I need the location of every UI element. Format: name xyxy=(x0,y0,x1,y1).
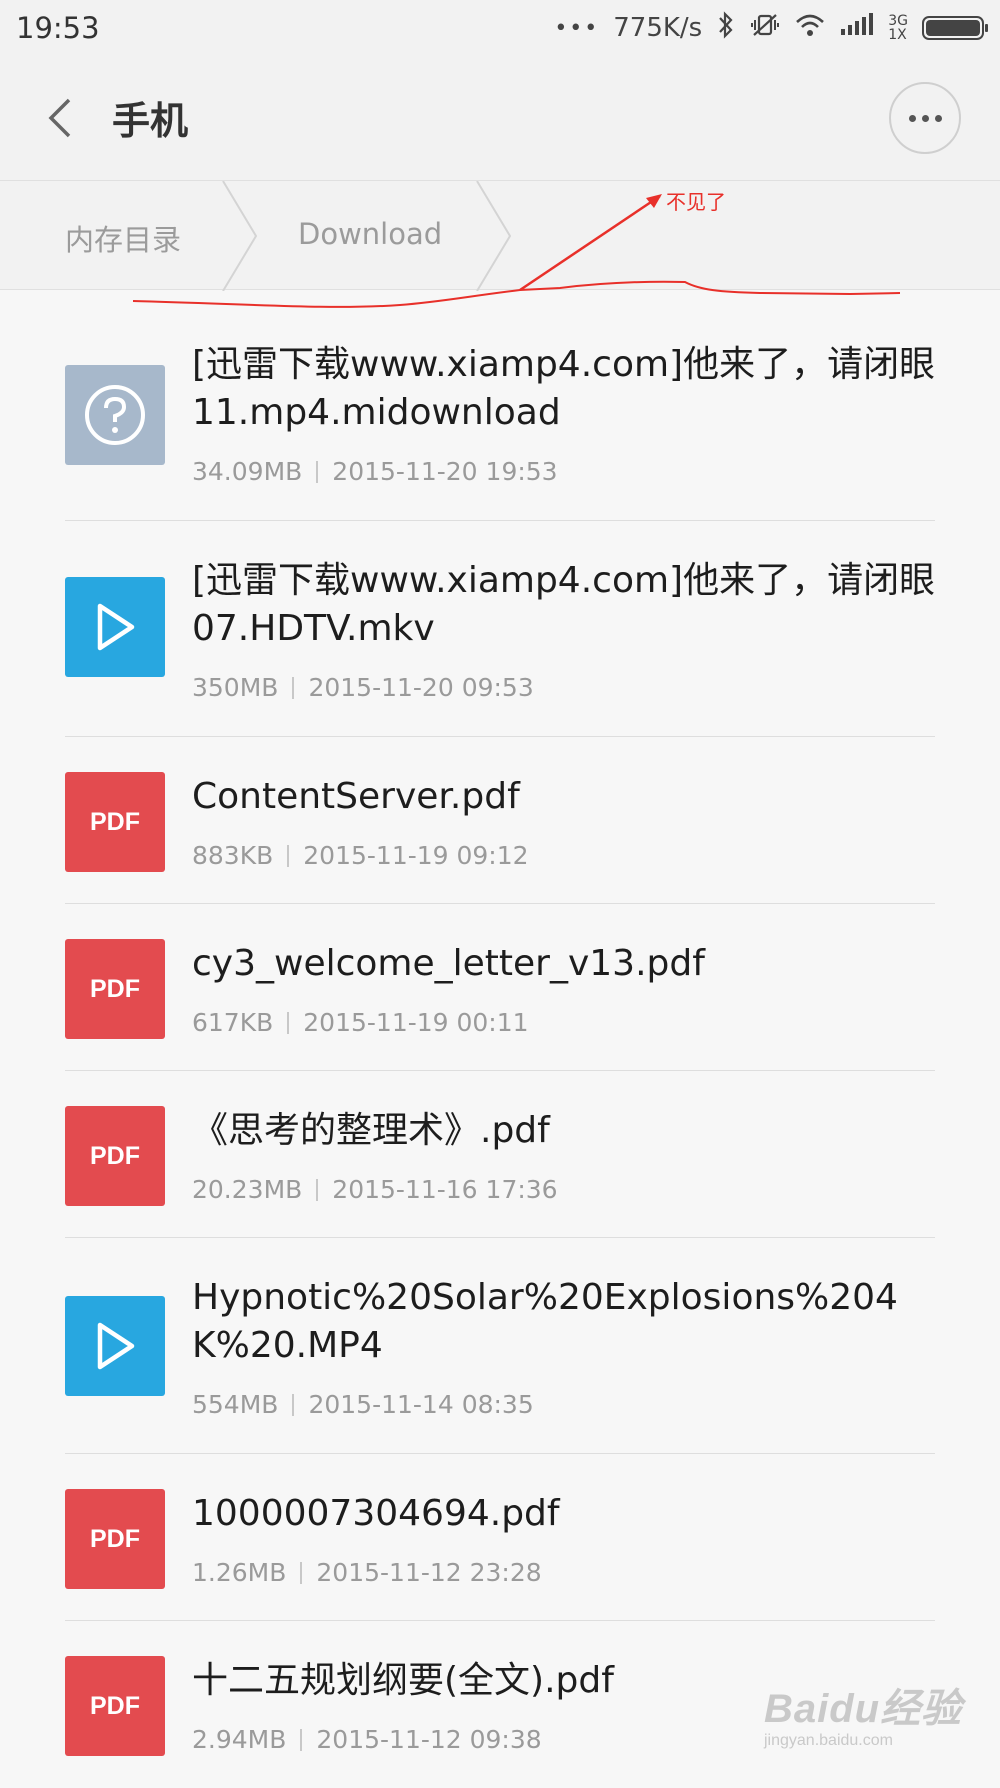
file-meta: 617KB 2015-11-19 00:11 xyxy=(192,1008,529,1037)
list-item[interactable]: PDF ContentServer.pdf 883KB 2015-11-19 09… xyxy=(65,737,935,904)
file-date: 2015-11-12 09:38 xyxy=(316,1725,542,1754)
file-name: [迅雷下载www.xiamp4.com]他来了，请闭眼07.HDTV.mkv xyxy=(192,560,936,649)
file-size: 20.23MB xyxy=(192,1175,303,1204)
app-header: 手机 xyxy=(0,56,1000,180)
file-meta: 1.26MB 2015-11-12 23:28 xyxy=(192,1558,542,1587)
list-item[interactable]: [迅雷下载www.xiamp4.com]他来了，请闭眼11.mp4.midown… xyxy=(65,305,935,521)
file-meta: 34.09MB 2015-11-20 19:53 xyxy=(192,457,558,486)
mute-vibrate-icon xyxy=(750,11,780,46)
file-meta: 883KB 2015-11-19 09:12 xyxy=(192,841,529,870)
notification-dots-icon: ••• xyxy=(554,15,600,41)
network-type: 3G 1X xyxy=(888,13,908,43)
more-dots-icon xyxy=(908,114,916,122)
pdf-icon: PDF xyxy=(65,772,165,872)
list-item[interactable]: PDF 《思考的整理术》.pdf 20.23MB 2015-11-16 17:36 xyxy=(65,1071,935,1238)
file-name: ContentServer.pdf xyxy=(192,776,520,817)
breadcrumb: 内存目录 Download xyxy=(0,180,1000,291)
file-size: 883KB xyxy=(192,841,274,870)
file-list: [迅雷下载www.xiamp4.com]他来了，请闭眼11.mp4.midown… xyxy=(0,305,1000,1788)
file-meta: 554MB 2015-11-14 08:35 xyxy=(192,1390,534,1419)
file-date: 2015-11-16 17:36 xyxy=(332,1175,558,1204)
breadcrumb-item-root[interactable]: 内存目录 xyxy=(65,217,181,259)
status-bar: 19:53 ••• 775K/s 3G 1X xyxy=(0,0,1000,56)
watermark-url: jingyan.baidu.com xyxy=(764,1732,893,1749)
video-play-icon xyxy=(65,577,165,677)
status-time: 19:53 xyxy=(16,11,100,45)
signal-icon xyxy=(840,12,874,44)
file-meta: 20.23MB 2015-11-16 17:36 xyxy=(192,1175,558,1204)
pdf-icon: PDF xyxy=(65,1656,165,1756)
file-size: 2.94MB xyxy=(192,1725,287,1754)
list-item[interactable]: PDF 1000007304694.pdf 1.26MB 2015-11-12 2… xyxy=(65,1454,935,1621)
question-file-icon xyxy=(65,365,165,465)
status-icons: ••• 775K/s 3G 1X xyxy=(554,10,988,46)
pdf-icon: PDF xyxy=(65,939,165,1039)
breadcrumb-item-download[interactable]: Download xyxy=(298,217,442,251)
video-play-icon xyxy=(65,1296,165,1396)
list-item[interactable]: Hypnotic%20Solar%20Explosions%204K%20.MP… xyxy=(65,1238,935,1454)
file-name: Hypnotic%20Solar%20Explosions%204K%20.MP… xyxy=(192,1277,898,1366)
page-title: 手机 xyxy=(112,99,189,143)
chevron-left-icon[interactable] xyxy=(40,88,80,148)
file-meta: 350MB 2015-11-20 09:53 xyxy=(192,673,534,702)
file-date: 2015-11-19 09:12 xyxy=(303,841,529,870)
file-name: [迅雷下载www.xiamp4.com]他来了，请闭眼11.mp4.midown… xyxy=(192,344,936,433)
list-item[interactable]: PDF cy3_welcome_letter_v13.pdf 617KB 2015… xyxy=(65,904,935,1071)
file-name: 《思考的整理术》.pdf xyxy=(192,1110,550,1151)
file-date: 2015-11-19 00:11 xyxy=(303,1008,529,1037)
file-size: 617KB xyxy=(192,1008,274,1037)
file-size: 1.26MB xyxy=(192,1558,287,1587)
network-speed: 775K/s xyxy=(613,13,703,43)
watermark-logo: Baidu经验 xyxy=(764,1687,963,1731)
file-date: 2015-11-20 09:53 xyxy=(308,673,534,702)
list-item[interactable]: [迅雷下载www.xiamp4.com]他来了，请闭眼07.HDTV.mkv 3… xyxy=(65,521,935,737)
file-name: 1000007304694.pdf xyxy=(192,1493,560,1534)
file-size: 554MB xyxy=(192,1390,279,1419)
file-size: 34.09MB xyxy=(192,457,303,486)
file-name: cy3_welcome_letter_v13.pdf xyxy=(192,943,705,984)
file-size: 350MB xyxy=(192,673,279,702)
breadcrumb-separator-icon xyxy=(222,181,258,291)
file-date: 2015-11-12 23:28 xyxy=(316,1558,542,1587)
file-date: 2015-11-20 19:53 xyxy=(332,457,558,486)
file-date: 2015-11-14 08:35 xyxy=(308,1390,534,1419)
battery-icon xyxy=(922,16,988,40)
breadcrumb-separator-icon xyxy=(476,181,512,291)
more-options-button[interactable] xyxy=(889,82,961,154)
file-meta: 2.94MB 2015-11-12 09:38 xyxy=(192,1725,542,1754)
pdf-icon: PDF xyxy=(65,1106,165,1206)
pdf-icon: PDF xyxy=(65,1489,165,1589)
watermark: Baidu经验 jingyan.baidu.com xyxy=(764,1676,962,1750)
wifi-icon xyxy=(794,12,826,45)
annotation-text: 不见了 xyxy=(666,190,726,214)
bluetooth-icon xyxy=(716,10,736,46)
